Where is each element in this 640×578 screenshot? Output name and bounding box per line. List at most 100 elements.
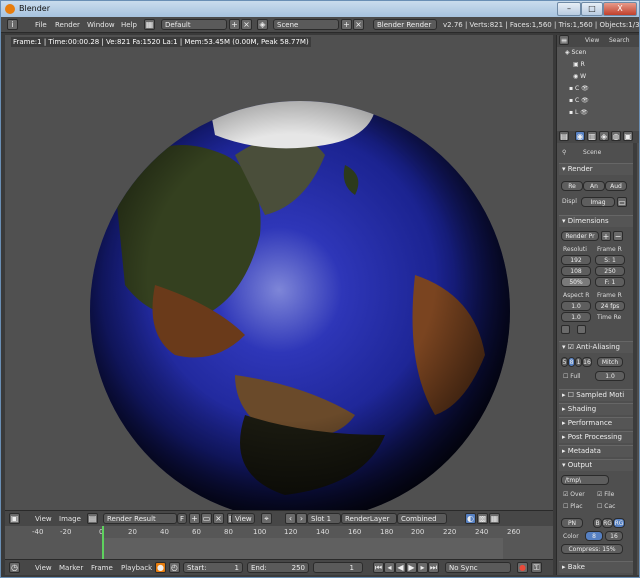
resolution-x-field[interactable]: 192 bbox=[561, 255, 591, 265]
outliner-row-world[interactable]: ◉ W bbox=[573, 73, 586, 83]
view-select[interactable]: View bbox=[231, 513, 255, 524]
visibility-eye-icon[interactable]: 👁 bbox=[579, 85, 589, 92]
panel-output[interactable]: ▾ Output bbox=[559, 459, 633, 471]
editor-type-icon[interactable]: i bbox=[7, 19, 18, 30]
outliner-search-menu[interactable]: Search bbox=[609, 37, 630, 44]
menu-file[interactable]: File bbox=[35, 21, 47, 29]
aa-checkbox[interactable]: ☑ bbox=[568, 343, 574, 351]
slot-select[interactable]: Slot 1 bbox=[307, 513, 341, 524]
remove-scene-button[interactable]: × bbox=[353, 19, 364, 30]
image-browse-icon[interactable]: ▤ bbox=[87, 513, 98, 524]
crop-checkbox[interactable] bbox=[577, 325, 586, 334]
close-button[interactable]: X bbox=[603, 2, 637, 16]
image-editor-type-icon[interactable]: ▣ bbox=[9, 513, 20, 524]
display-select[interactable]: Imag bbox=[581, 197, 615, 207]
color-rgb-button[interactable]: RG bbox=[602, 518, 613, 528]
image-menu-image[interactable]: Image bbox=[59, 515, 81, 523]
outliner-row-camera[interactable]: ▪ C 👁 bbox=[569, 85, 589, 95]
overwrite-checkbox[interactable]: ☑ Over bbox=[563, 491, 585, 498]
next-key-icon[interactable]: ▸ bbox=[417, 562, 428, 573]
outliner-row-renderlayers[interactable]: ▣ R bbox=[573, 61, 585, 71]
timeline-menu-view[interactable]: View bbox=[35, 564, 52, 572]
menu-render[interactable]: Render bbox=[55, 21, 80, 29]
object-tab-icon[interactable]: ▣ bbox=[623, 131, 633, 141]
minimize-button[interactable]: – bbox=[557, 2, 581, 16]
render-preset-select[interactable]: Render Pr bbox=[561, 231, 599, 241]
timeline-menu-marker[interactable]: Marker bbox=[59, 564, 83, 572]
filter-size-field[interactable]: 1.0 bbox=[595, 371, 625, 381]
panel-dimensions[interactable]: ▾ Dimensions bbox=[559, 215, 633, 227]
properties-type-icon[interactable]: ▤ bbox=[559, 131, 569, 141]
render-tab-icon[interactable]: ◉ bbox=[575, 131, 585, 141]
panel-shading[interactable]: ▸ Shading bbox=[559, 403, 633, 415]
outliner-row-sphere[interactable]: ▪ C 👁 bbox=[569, 97, 589, 107]
add-scene-button[interactable]: + bbox=[341, 19, 352, 30]
scene-tab-icon[interactable]: ◈ bbox=[599, 131, 609, 141]
aa-samples-8[interactable]: 8 bbox=[568, 357, 575, 367]
alpha-icon[interactable]: ▩ bbox=[477, 513, 488, 524]
cache-result-checkbox[interactable]: ☐ Cac bbox=[597, 503, 615, 510]
render-animation-button[interactable]: An bbox=[583, 181, 605, 191]
zbuffer-icon[interactable]: ▦ bbox=[489, 513, 500, 524]
timeline-menu-playback[interactable]: Playback bbox=[121, 564, 152, 572]
slot-prev-button[interactable]: ‹ bbox=[285, 513, 296, 524]
color-rgba-button[interactable]: RG bbox=[613, 518, 625, 528]
compression-slider[interactable]: Compress: 15% bbox=[561, 544, 623, 554]
maximize-button[interactable]: □ bbox=[581, 2, 603, 16]
pin-icon[interactable]: ⚲ bbox=[562, 149, 566, 156]
visibility-eye-icon[interactable]: 👁 bbox=[578, 109, 588, 116]
aspect-x-field[interactable]: 1.0 bbox=[561, 301, 591, 311]
display-channels-icon[interactable]: ◐ bbox=[465, 513, 476, 524]
panel-post-processing[interactable]: ▸ Post Processing bbox=[559, 431, 633, 443]
render-viewport[interactable]: Frame:1 | Time:00:00.28 | Ve:821 Fa:1520… bbox=[5, 35, 553, 510]
lock-interface-icon[interactable]: ▭ bbox=[617, 197, 627, 207]
panel-bake[interactable]: ▸ Bake bbox=[559, 561, 633, 573]
outliner-row-scene[interactable]: ◈ Scen bbox=[565, 49, 586, 59]
remove-layout-button[interactable]: × bbox=[241, 19, 252, 30]
end-frame-field[interactable]: End: 250 bbox=[247, 562, 309, 573]
timeline-menu-frame[interactable]: Frame bbox=[91, 564, 113, 572]
open-image-button[interactable]: ▭ bbox=[201, 513, 212, 524]
render-engine-select[interactable]: Blender Render bbox=[373, 19, 437, 30]
sync-select[interactable]: No Sync bbox=[445, 562, 511, 573]
render-image-button[interactable]: Re bbox=[561, 181, 583, 191]
play-reverse-icon[interactable]: ◀ bbox=[395, 562, 406, 573]
current-frame-field[interactable]: 1 bbox=[313, 562, 363, 573]
outliner-type-icon[interactable]: ≡ bbox=[559, 35, 569, 45]
add-preset-button[interactable]: + bbox=[601, 231, 611, 241]
image-menu-view[interactable]: View bbox=[35, 515, 52, 523]
jump-end-icon[interactable]: ⏭ bbox=[428, 562, 439, 573]
color-bw-button[interactable]: B bbox=[593, 518, 602, 528]
remove-preset-button[interactable]: − bbox=[613, 231, 623, 241]
color-depth-16-button[interactable]: 16 bbox=[605, 531, 623, 541]
aa-samples-5[interactable]: 5 bbox=[561, 357, 568, 367]
layout-field[interactable]: Default bbox=[161, 19, 227, 30]
panel-performance[interactable]: ▸ Performance bbox=[559, 417, 633, 429]
visibility-eye-icon[interactable]: 👁 bbox=[579, 97, 589, 104]
scene-icon[interactable]: ◈ bbox=[257, 19, 268, 30]
timeline-editor-type-icon[interactable]: ◷ bbox=[9, 562, 20, 573]
record-icon[interactable]: ● bbox=[517, 562, 528, 573]
frame-rate-select[interactable]: 24 fps bbox=[595, 301, 625, 311]
outliner[interactable]: ◈ Scen ▣ R ◉ W ▪ C 👁 ▪ C 👁 ▪ L 👁 bbox=[557, 47, 639, 131]
render-pass-select[interactable]: Combined bbox=[397, 513, 447, 524]
outliner-row-lamp[interactable]: ▪ L 👁 bbox=[569, 109, 588, 119]
frame-start-field[interactable]: S: 1 bbox=[595, 255, 625, 265]
frame-end-field[interactable]: 250 bbox=[595, 266, 625, 276]
render-audio-button[interactable]: Aud bbox=[605, 181, 627, 191]
panel-render[interactable]: ▾ Render bbox=[559, 163, 633, 175]
keying-set-icon[interactable]: ⚿ bbox=[531, 562, 542, 573]
aa-samples-16[interactable]: 16 bbox=[582, 357, 592, 367]
aspect-y-field[interactable]: 1.0 bbox=[561, 312, 591, 322]
file-format-select[interactable]: PN bbox=[561, 518, 583, 528]
slot-next-button[interactable]: › bbox=[296, 513, 307, 524]
world-tab-icon[interactable]: ◍ bbox=[611, 131, 621, 141]
play-icon[interactable]: ▶ bbox=[406, 562, 417, 573]
frame-step-field[interactable]: F: 1 bbox=[595, 277, 625, 287]
placeholders-checkbox[interactable]: ☐ Plac bbox=[563, 503, 583, 510]
add-layout-button[interactable]: + bbox=[229, 19, 240, 30]
keyframe-icon[interactable]: ● bbox=[155, 562, 166, 573]
menu-window[interactable]: Window bbox=[87, 21, 115, 29]
new-image-button[interactable]: + bbox=[189, 513, 200, 524]
layout-icon[interactable]: ▦ bbox=[144, 19, 155, 30]
